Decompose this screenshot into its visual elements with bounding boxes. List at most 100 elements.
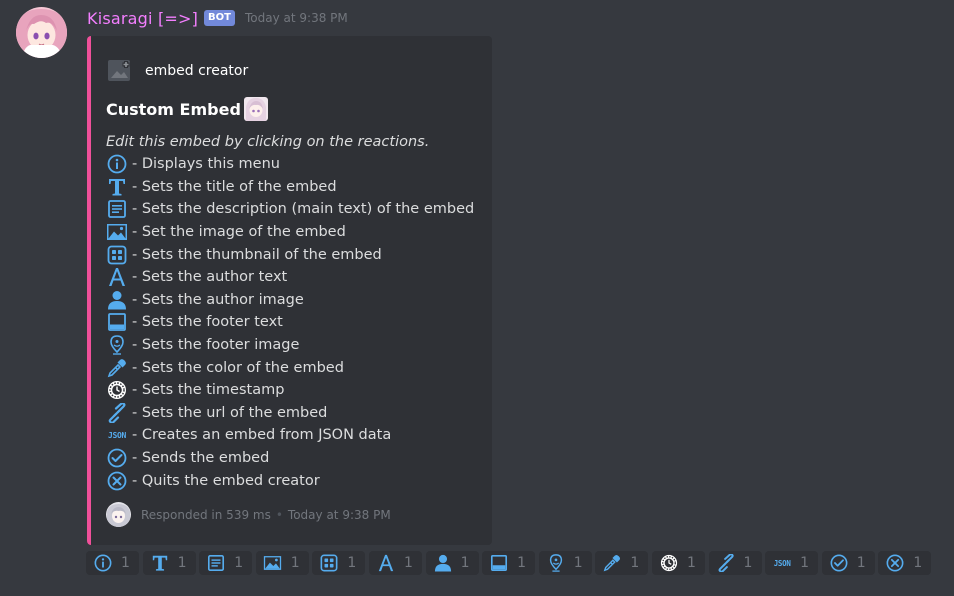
menu-line: - Sets the author image [106,289,474,312]
menu-line: - Sets the color of the embed [106,356,474,379]
menu-line-text: - Sets the author text [132,269,288,286]
location-pin-icon [106,335,128,355]
reaction-count: 1 [686,555,696,571]
eyedropper-icon [602,554,622,572]
reaction-image[interactable]: 1 [255,551,309,575]
info-icon [93,554,113,572]
menu-line: - Sets the timestamp [106,379,474,402]
json-icon: JSON [773,558,791,568]
reaction-json[interactable]: JSON 1 [765,551,819,575]
reaction-count: 1 [517,555,527,571]
check-circle-icon [106,448,128,468]
author-a-icon [376,554,396,572]
menu-line: - Sets the description (main text) of th… [106,198,474,221]
json-icon: JSON [107,430,127,440]
reaction-count: 1 [856,555,866,571]
title-t-icon [106,177,128,197]
reaction-bar: 1 1 1 1 1 1 1 1 1 1 1 1 JSON 1 1 1 [86,551,935,575]
menu-line: - Sends the embed [106,447,474,470]
embed-footer: Responded in 539 ms • Today at 9:38 PM [106,502,391,527]
menu-line: - Sets the url of the embed [106,402,474,425]
x-circle-icon [885,554,905,572]
reaction-count: 1 [800,555,810,571]
description-icon [206,554,226,572]
menu-line-text: - Sets the thumbnail of the embed [132,246,382,263]
menu-line-text: - Sets the timestamp [132,382,285,399]
footer-avatar-icon [106,502,131,527]
reaction-count: 1 [347,555,357,571]
reaction-count: 1 [290,555,300,571]
link-icon [716,554,736,572]
reaction-footer-image[interactable]: 1 [538,551,592,575]
reaction-count: 1 [177,555,187,571]
reaction-author[interactable]: 1 [368,551,422,575]
menu-line-text: - Sets the footer text [132,314,283,331]
menu-line-text: - Sets the author image [132,291,304,308]
reaction-description[interactable]: 1 [199,551,253,575]
menu-line-text: - Sets the description (main text) of th… [132,201,475,218]
reaction-url[interactable]: 1 [708,551,762,575]
person-icon [106,290,128,310]
reaction-send[interactable]: 1 [821,551,875,575]
menu-line-text: - Sets the footer image [132,337,300,354]
anime-girl-emoji-icon [243,97,268,121]
menu-line-text: - Sets the title of the embed [132,178,337,195]
footer-text: Responded in 539 ms [141,507,271,522]
menu-line: - Sets the author text [106,266,474,289]
person-icon [433,554,453,572]
reaction-quit[interactable]: 1 [878,551,932,575]
embed-title-text: Custom Embed [106,99,241,119]
clock-icon [659,554,679,572]
reaction-count: 1 [460,555,470,571]
menu-line: - Displays this menu [106,153,474,176]
clock-icon [106,380,128,400]
reaction-count: 1 [573,555,583,571]
username[interactable]: Kisaragi [=>] [87,9,198,28]
menu-line: - Sets the footer image [106,334,474,357]
bot-tag: BOT [204,10,235,26]
footer-separator: • [275,507,283,522]
info-icon [106,154,128,174]
reaction-count: 1 [743,555,753,571]
menu-line: - Set the image of the embed [106,221,474,244]
embed-title: Custom Embed [106,97,268,121]
reaction-author-image[interactable]: 1 [425,551,479,575]
reaction-thumbnail[interactable]: 1 [312,551,366,575]
menu-line: - Quits the embed creator [106,469,474,492]
menu-line: - Sets the footer text [106,311,474,334]
message-timestamp[interactable]: Today at 9:38 PM [245,11,348,25]
reaction-count: 1 [403,555,413,571]
embed-description: Edit this embed by clicking on the react… [106,131,474,492]
eyedropper-icon [106,358,128,378]
description-icon [106,199,128,219]
check-circle-icon [829,554,849,572]
menu-line: - Sets the thumbnail of the embed [106,243,474,266]
x-circle-icon [106,471,128,491]
location-pin-icon [546,554,566,572]
image-icon [263,554,283,572]
author-a-icon [106,267,128,287]
reaction-count: 1 [913,555,923,571]
user-avatar[interactable] [16,7,67,58]
thumbnail-grid-icon [319,554,339,572]
embed-author-name[interactable]: embed creator [145,63,248,79]
footer-timestamp: Today at 9:38 PM [287,507,391,522]
reaction-timestamp[interactable]: 1 [651,551,705,575]
image-placeholder-icon [107,59,133,83]
reaction-info[interactable]: 1 [86,551,139,575]
menu-line-text: - Sets the url of the embed [132,404,328,421]
reaction-count: 1 [234,555,244,571]
menu-line-text: - Creates an embed from JSON data [132,427,392,444]
reaction-title[interactable]: 1 [142,551,196,575]
embed-author: embed creator [107,59,248,83]
reaction-count: 1 [121,555,130,571]
embed: embed creator Custom Embed Edit this emb… [87,36,492,545]
message-header: Kisaragi [=>] BOT Today at 9:38 PM [87,8,348,28]
reaction-footer[interactable]: 1 [482,551,536,575]
reaction-count: 1 [630,555,640,571]
menu-line-text: - Quits the embed creator [132,472,320,489]
menu-line-text: - Sets the color of the embed [132,359,344,376]
reaction-color[interactable]: 1 [595,551,649,575]
menu-line-text: - Sends the embed [132,450,270,467]
title-t-icon [150,554,170,572]
